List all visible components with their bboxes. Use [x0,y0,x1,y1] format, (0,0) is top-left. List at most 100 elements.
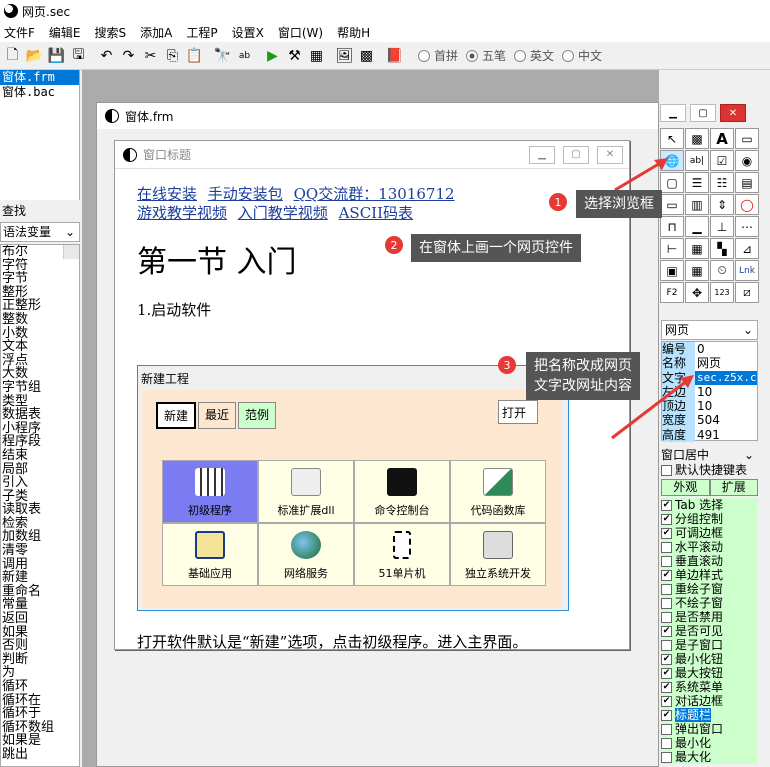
mode-shoupin[interactable]: 首拼 [418,47,458,64]
property-row[interactable]: 顶边 10 [662,399,757,414]
menu-search[interactable]: 搜索S [95,24,127,41]
default-shortcut-checkbox[interactable]: 默认快捷键表 [661,463,758,477]
center-window-combo[interactable]: 窗口居中 ⌄ [661,448,758,463]
maximize-button[interactable]: ▢ [690,104,716,122]
radio-tool-icon[interactable]: ◉ [735,150,759,171]
link-intro-video[interactable]: 入门教学视频 [238,204,328,222]
redo-icon[interactable]: ↷ [118,45,139,67]
save-icon[interactable]: 💾 [46,45,67,67]
keyword-item[interactable]: 返回 [1,612,79,626]
property-value[interactable]: 504 [695,413,757,427]
keyword-item[interactable]: 类型 [1,394,79,409]
chart-tool-icon[interactable]: ⊿ [735,238,759,259]
property-value[interactable]: 10 [695,385,757,399]
menu-edit[interactable]: 编辑E [49,24,81,41]
menu-window[interactable]: 窗口(W) [278,24,323,41]
option-checkbox[interactable]: ✔ 最大按钮 [661,666,758,680]
keyword-item[interactable]: 跳出 [1,748,79,762]
keyword-item[interactable]: 否则 [1,639,79,653]
move-tool-icon[interactable]: ✥ [685,282,709,303]
property-value[interactable]: 10 [695,399,757,413]
spin-tool-icon[interactable]: ⇕ [710,194,734,215]
slider-tool-icon[interactable]: ⊥ [710,216,734,237]
keyword-item[interactable]: 小程序 [1,422,79,436]
property-row[interactable]: 编号 0 [662,342,757,357]
link-game-video[interactable]: 游戏教学视频 [137,204,227,222]
tile-dll[interactable]: 标准扩展dll [258,460,354,523]
scrollbar[interactable] [63,245,79,259]
pointer-tool-icon[interactable]: ↖ [660,128,684,149]
progress-tool-icon[interactable]: ▁ [685,216,709,237]
property-row[interactable]: 宽度 504 [662,413,757,428]
option-checkbox[interactable]: ✔ 标题栏 [661,708,758,722]
mode-chinese[interactable]: 中文 [562,47,602,64]
menu-project[interactable]: 工程P [186,24,217,41]
keyword-item[interactable]: 字节 [1,272,79,286]
mode-english[interactable]: 英文 [514,47,554,64]
tile-standalone[interactable]: 独立系统开发 [450,523,546,586]
menu-help[interactable]: 帮助H [337,24,370,41]
keyword-item[interactable]: 数据表 [1,408,79,422]
keyword-list[interactable]: 布尔 字符 字节 整形 正整形 整数 小数 文本 浮点 大数 字节组 类型 数据表 小程序 程序段 结束 局部引… [0,244,80,767]
tab-tool-icon[interactable]: ⊓ [660,216,684,237]
form-close-button[interactable]: ✕ [597,145,623,164]
keyword-item[interactable]: 新建 [1,571,79,585]
checkbox-tool-icon[interactable]: ☑ [710,150,734,171]
keyword-item[interactable]: 整数 [1,313,79,327]
option-checkbox[interactable]: ✔ 可调边框 [661,526,758,540]
option-checkbox[interactable]: 弹出窗口 [661,722,758,736]
control-selector[interactable]: 网页 ⌄ [661,320,758,340]
mode-wubi[interactable]: 五笔 [466,47,506,64]
keyword-item[interactable]: 文本 [1,340,79,354]
tab-examples[interactable]: 范例 [238,402,277,429]
image-icon[interactable]: 🖼 [334,45,355,67]
keyword-item[interactable]: 循环 [1,680,79,694]
book-icon[interactable]: 📕 [384,45,405,67]
link-online-install[interactable]: 在线安装 [137,185,197,203]
new-file-icon[interactable]: 🗋 [2,45,23,67]
cut-icon[interactable]: ✂ [140,45,161,67]
menu-add[interactable]: 添加A [140,24,172,41]
property-row[interactable]: 左边 10 [662,384,757,400]
open-folder-icon[interactable]: 📂 [24,45,45,67]
tab-recent[interactable]: 最近 [198,402,237,429]
scroll-tool-icon[interactable]: ⧄ [735,282,759,303]
menu-settings[interactable]: 设置X [232,24,264,41]
tile-network[interactable]: 网络服务 [258,523,354,586]
option-checkbox[interactable]: ✔ 分组控制 [661,512,758,526]
button-tool-icon[interactable]: ▭ [735,128,759,149]
option-checkbox[interactable]: 最小化 [661,736,758,750]
save-all-icon[interactable]: 🖫 [68,45,89,67]
panel-tool-icon[interactable]: ▥ [685,194,709,215]
image-list-tool-icon[interactable]: ▣ [660,260,684,281]
replace-icon[interactable]: ab [234,45,255,67]
grid-tool-icon[interactable]: ▦ [685,238,709,259]
option-checkbox[interactable]: ✔ 系统菜单 [661,680,758,694]
keyword-item[interactable]: 为 [1,666,79,680]
tab-appearance[interactable]: 外观 [661,479,710,496]
textbox-tool-icon[interactable]: ab| [685,150,709,171]
tab-extension[interactable]: 扩展 [709,479,758,496]
option-checkbox[interactable]: 水平滚动 [661,540,758,554]
frame-tool-icon[interactable]: ▭ [660,194,684,215]
tile-basic-app[interactable]: 基础应用 [162,523,258,586]
keyword-item[interactable]: 如果是 [1,734,79,748]
option-checkbox[interactable]: ✔ 最小化钮 [661,652,758,666]
minimize-button[interactable]: ▁ [660,104,686,122]
link-ascii-table[interactable]: ASCII码表 [339,204,413,222]
number-tool-icon[interactable]: 123 [710,282,734,303]
form-minimize-button[interactable]: ▁ [529,145,555,164]
keyword-item[interactable]: 常量 [1,598,79,612]
keyword-item[interactable]: 小数 [1,326,79,341]
option-checkbox[interactable]: 是否禁用 [661,610,758,624]
option-checkbox[interactable]: ✔ 是否可见 [661,624,758,638]
keyword-item[interactable]: 循环在 [1,693,79,708]
keyword-item[interactable]: 循环于 [1,707,79,721]
tab-new[interactable]: 新建 [156,402,197,429]
form-maximize-button[interactable]: ▢ [563,145,589,164]
option-checkbox[interactable]: 重绘子窗 [661,582,758,596]
find-icon[interactable]: 🔭 [212,45,233,67]
run-icon[interactable]: ▶ [262,45,283,67]
option-checkbox[interactable]: ✔ 单边样式 [661,568,758,582]
form-icon[interactable]: ▦ [306,45,327,67]
